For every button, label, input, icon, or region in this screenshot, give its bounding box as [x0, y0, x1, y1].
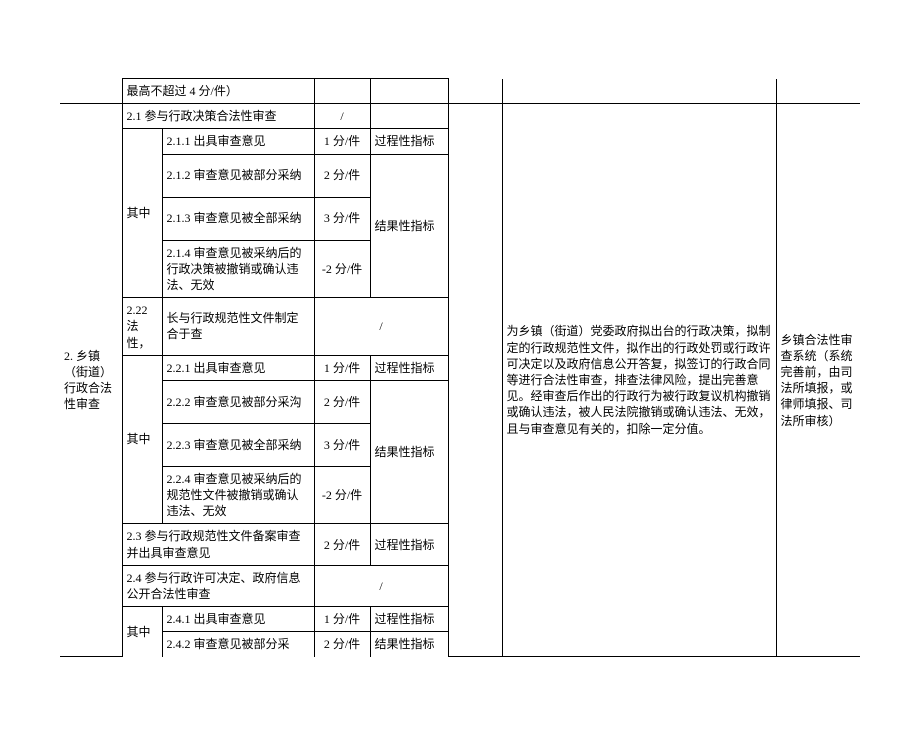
cell-blank [502, 79, 776, 104]
g214-score: -2 分/件 [314, 240, 370, 298]
g221-ind: 过程性指标 [370, 355, 448, 380]
g242-ind: 结果性指标 [370, 632, 448, 657]
g22-side: 2.22 法性， [122, 298, 162, 356]
g241-name: 2.4.1 出具审查意见 [162, 607, 314, 632]
g214-name: 2.1.4 审查意见被采纳后的行政决策被撤销或确认违法、无效 [162, 240, 314, 298]
section-title: 2. 乡镇（街道）行政合法性审查 [60, 104, 122, 657]
cell-blank [370, 104, 448, 129]
page: 最高不超过 4 分/件） 2. 乡镇（街道）行政合法性审查 2.1 参与行政决策… [0, 78, 920, 729]
g22-label: 其中 [122, 355, 162, 524]
g224-name: 2.2.4 审查意见被采纳后的规范性文件被撤销或确认违法、无效 [162, 466, 314, 524]
g23-ind: 过程性指标 [370, 524, 448, 565]
g242-score: 2 分/件 [314, 632, 370, 657]
cell-blank [314, 79, 370, 104]
header-note: 最高不超过 4 分/件） [122, 79, 314, 104]
cell-blank [448, 79, 502, 104]
g211-score: 1 分/件 [314, 129, 370, 154]
g21-slash: / [314, 104, 370, 129]
main-table: 最高不超过 4 分/件） 2. 乡镇（街道）行政合法性审查 2.1 参与行政决策… [60, 78, 860, 657]
g221-name: 2.2.1 出具审查意见 [162, 355, 314, 380]
g21-title: 2.1 参与行政决策合法性审查 [122, 104, 314, 129]
g22-title: 长与行政规范性文件制定合于查 [162, 298, 314, 356]
g24-slash: / [314, 565, 448, 606]
g222-score: 2 分/件 [314, 380, 370, 423]
g24-title: 2.4 参与行政许可决定、政府信息公开合法性审查 [122, 565, 314, 606]
cell-blank [776, 79, 860, 104]
g212-name: 2.1.2 审查意见被部分采纳 [162, 154, 314, 197]
g211-ind: 过程性指标 [370, 129, 448, 154]
g242-name: 2.4.2 审查意见被部分采 [162, 632, 314, 657]
g213-name: 2.1.3 审查意见被全部采纳 [162, 197, 314, 240]
cell-blank-tall [448, 104, 502, 657]
g22-ind-group: 结果性指标 [370, 380, 448, 524]
g224-score: -2 分/件 [314, 466, 370, 524]
cell-blank [60, 79, 122, 104]
g21-label: 其中 [122, 129, 162, 298]
g21-ind-group: 结果性指标 [370, 154, 448, 298]
g223-score: 3 分/件 [314, 423, 370, 466]
g212-score: 2 分/件 [314, 154, 370, 197]
g23-score: 2 分/件 [314, 524, 370, 565]
g222-name: 2.2.2 审查意见被部分采沟 [162, 380, 314, 423]
g241-ind: 过程性指标 [370, 607, 448, 632]
g22-slash: / [314, 298, 448, 356]
g223-name: 2.2.3 审查意见被全部采纳 [162, 423, 314, 466]
g23-title: 2.3 参与行政规范性文件备案审查并出具审查意见 [122, 524, 314, 565]
g213-score: 3 分/件 [314, 197, 370, 240]
cell-blank [370, 79, 448, 104]
g241-score: 1 分/件 [314, 607, 370, 632]
section-note: 为乡镇（街道）党委政府拟出台的行政决策，拟制定的行政规范性文件，拟作出的行政处罚… [502, 104, 776, 657]
g221-score: 1 分/件 [314, 355, 370, 380]
g24-label: 其中 [122, 607, 162, 657]
g211-name: 2.1.1 出具审查意见 [162, 129, 314, 154]
section-source: 乡镇合法性审查系统（系统完善前，由司法所填报，或律师填报、司法所审核） [776, 104, 860, 657]
